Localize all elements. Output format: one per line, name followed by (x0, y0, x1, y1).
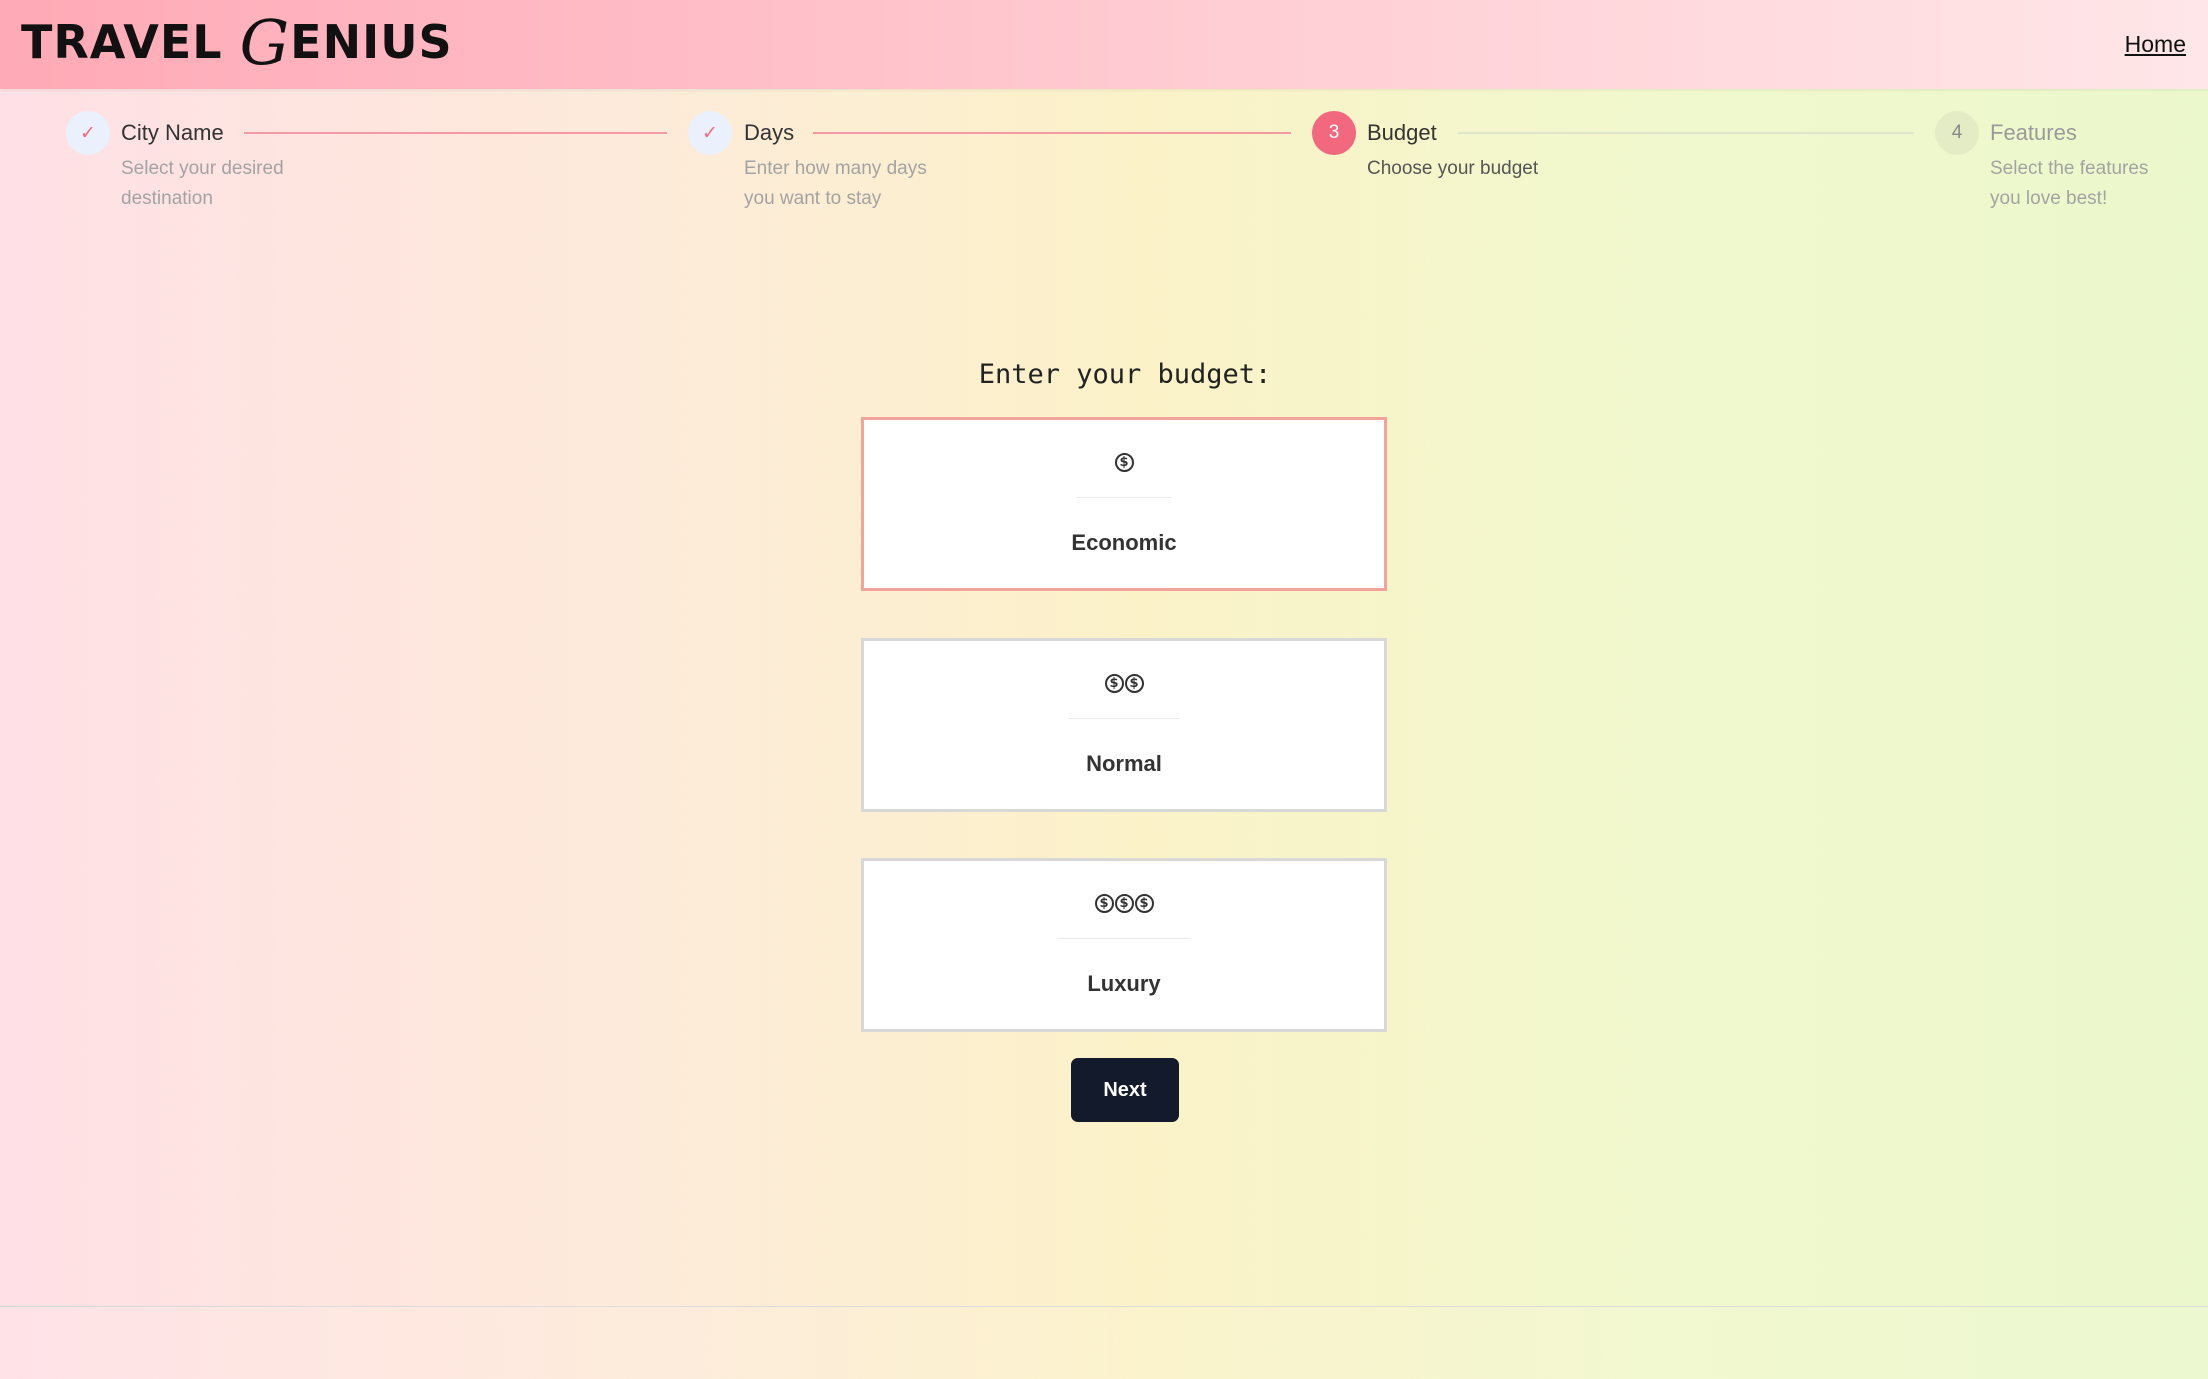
option-divider (1058, 938, 1190, 939)
home-link[interactable]: Home (2125, 31, 2186, 58)
step-1-description: Select your desired destination (121, 158, 284, 209)
travel-genius-logo[interactable]: TRAVEL GENIUS (21, 12, 453, 74)
step-3-connector (1458, 132, 1914, 134)
budget-option-normal[interactable]: $ $ Normal (861, 638, 1387, 812)
option-divider (1068, 718, 1180, 719)
dollar-coin-icon: $ (1094, 894, 1114, 913)
top-navbar: TRAVEL GENIUS Home (0, 0, 2208, 89)
logo-text-g: G (239, 6, 291, 79)
one-dollar-coin-icon: $ (864, 453, 1384, 472)
option-label-economic: Economic (1071, 530, 1177, 555)
step-2-title: Days (744, 120, 795, 145)
dollar-coin-icon: $ (1134, 894, 1154, 913)
step-3-title: Budget (1367, 120, 1437, 145)
dollar-coin-icon: $ (1114, 894, 1134, 913)
budget-option-economic[interactable]: $ Economic (861, 417, 1387, 591)
dollar-coin-icon: $ (1124, 674, 1144, 693)
budget-question: Enter your budget: (978, 359, 1272, 390)
dollar-coin-icon: $ (1104, 674, 1124, 693)
three-dollar-coins-icon: $ $ $ (864, 894, 1384, 913)
two-dollar-coins-icon: $ $ (864, 674, 1384, 693)
logo-text-enius: ENIUS (290, 15, 453, 69)
step-2-description: Enter how many days you want to stay (744, 158, 927, 209)
step-1-title: City Name (121, 120, 224, 145)
step-1-check-icon: ✓ (66, 111, 110, 155)
next-button[interactable]: Next (1071, 1058, 1179, 1122)
step-4-description: Select the features you love best! (1990, 158, 2149, 209)
step-4-title: Features (1990, 120, 2077, 145)
budget-option-luxury[interactable]: $ $ $ Luxury (861, 858, 1387, 1032)
option-label-normal: Normal (1086, 751, 1162, 776)
step-4-number: 4 (1935, 111, 1979, 155)
dollar-coin-icon: $ (1114, 453, 1134, 472)
step-2-check-icon: ✓ (688, 111, 732, 155)
step-1-connector (244, 132, 667, 134)
step-3-description: Choose your budget (1367, 158, 1539, 179)
footer (0, 1307, 2208, 1379)
logo-text-travel: TRAVEL (21, 15, 240, 69)
option-divider (1076, 497, 1172, 498)
step-2-connector (813, 132, 1291, 134)
option-label-luxury: Luxury (1087, 971, 1161, 996)
step-3-number: 3 (1312, 111, 1356, 155)
